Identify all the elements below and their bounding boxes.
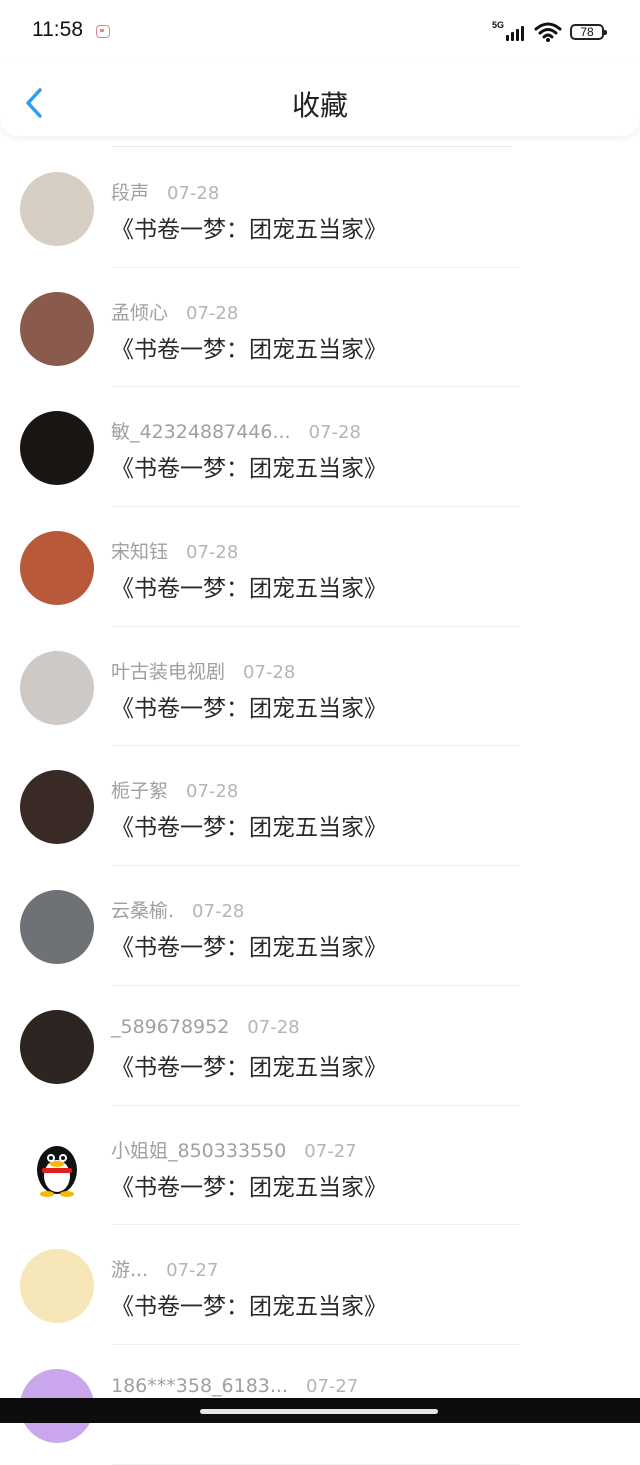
item-date: 07-28 <box>186 542 239 564</box>
user-name[interactable]: 186***358_6183... <box>111 1375 288 1397</box>
wifi-icon <box>534 22 562 42</box>
book-title[interactable]: 《书卷一梦：团宠五当家》 <box>111 569 387 603</box>
header-bar: 收藏 <box>0 62 640 136</box>
item-date: 07-27 <box>166 1260 219 1282</box>
item-meta: _589678952 07-28 <box>111 1016 300 1038</box>
avatar[interactable] <box>20 890 94 965</box>
avatar[interactable] <box>20 291 94 366</box>
item-meta: 游... 07-27 <box>111 1255 218 1282</box>
user-name[interactable]: 小姐姐_850333550 <box>111 1140 286 1162</box>
avatar[interactable] <box>20 1129 94 1204</box>
list-item[interactable]: 段声 07-28 《书卷一梦：团宠五当家》 <box>0 148 640 268</box>
item-date: 07-28 <box>243 661 296 683</box>
item-meta: 186***358_6183... 07-27 <box>111 1375 358 1397</box>
item-meta: 宋知钰 07-28 <box>111 537 238 564</box>
item-date: 07-28 <box>167 183 220 204</box>
book-title[interactable]: 《书卷一梦：团宠五当家》 <box>111 808 387 842</box>
battery-icon: 78 <box>570 24 607 40</box>
home-indicator[interactable] <box>200 1409 438 1414</box>
cellular-signal-icon: 5G <box>492 20 526 43</box>
item-date: 07-27 <box>306 1375 359 1397</box>
avatar[interactable] <box>20 172 94 246</box>
book-title[interactable]: 《书卷一梦：团宠五当家》 <box>111 1168 387 1202</box>
user-name[interactable]: 叶古装电视剧 <box>111 661 225 683</box>
user-name[interactable]: 孟倾心 <box>111 302 168 324</box>
avatar[interactable] <box>20 1009 94 1084</box>
item-date: 07-28 <box>192 901 245 923</box>
item-date: 07-28 <box>308 422 361 444</box>
system-icons: 5G 78 <box>492 20 607 44</box>
item-date: 07-28 <box>186 302 239 324</box>
notification-icon <box>96 25 110 38</box>
book-title[interactable]: 《书卷一梦：团宠五当家》 <box>111 210 387 244</box>
book-title[interactable]: 《书卷一梦：团宠五当家》 <box>111 1048 387 1082</box>
list-item[interactable]: 宋知钰 07-28 《书卷一梦：团宠五当家》 <box>0 507 640 627</box>
item-meta: 栀子絮 07-28 <box>111 776 238 803</box>
avatar[interactable] <box>20 770 94 845</box>
list-item[interactable]: 叶古装电视剧 07-28 《书卷一梦：团宠五当家》 <box>0 627 640 747</box>
divider <box>112 1463 520 1465</box>
item-date: 07-27 <box>304 1140 357 1162</box>
item-meta: 云桑榆. 07-28 <box>111 896 244 923</box>
book-title[interactable]: 《书卷一梦：团宠五当家》 <box>111 330 387 364</box>
avatar[interactable] <box>20 531 94 606</box>
item-meta: 叶古装电视剧 07-28 <box>111 657 295 684</box>
list-item[interactable]: 栀子絮 07-28 《书卷一梦：团宠五当家》 <box>0 746 640 867</box>
user-name[interactable]: 栀子絮 <box>111 780 168 802</box>
status-time: 11:58 <box>32 18 83 41</box>
book-title[interactable]: 《书卷一梦：团宠五当家》 <box>111 1287 387 1321</box>
item-date: 07-28 <box>186 781 239 803</box>
user-name[interactable]: 游... <box>111 1259 148 1281</box>
favorites-list: 段声 07-28 《书卷一梦：团宠五当家》 孟倾心 07-28 《书卷一梦：团宠五当… <box>0 148 640 1465</box>
user-name[interactable]: _589678952 <box>111 1016 229 1038</box>
user-name[interactable]: 宋知钰 <box>111 541 168 563</box>
item-meta: 小姐姐_850333550 07-27 <box>111 1136 357 1163</box>
user-name[interactable]: 敏_42324887446... <box>111 421 291 443</box>
list-item[interactable]: 游... 07-27 《书卷一梦：团宠五当家》 <box>0 1225 640 1345</box>
avatar[interactable] <box>20 1249 94 1324</box>
item-meta: 段声 07-28 <box>111 178 219 205</box>
battery-level: 78 <box>580 25 594 39</box>
list-item[interactable]: 孟倾心 07-28 《书卷一梦：团宠五当家》 <box>0 268 640 388</box>
item-meta: 孟倾心 07-28 <box>111 298 238 325</box>
book-title[interactable]: 《书卷一梦：团宠五当家》 <box>111 689 387 723</box>
item-meta: 敏_42324887446... 07-28 <box>111 417 361 444</box>
avatar[interactable] <box>20 650 94 725</box>
divider <box>112 146 512 147</box>
status-bar: 11:58 5G 78 <box>0 0 640 62</box>
page-title: 收藏 <box>291 89 348 122</box>
item-date: 07-28 <box>247 1016 300 1038</box>
user-name[interactable]: 云桑榆. <box>111 900 174 922</box>
list-item[interactable]: 小姐姐_850333550 07-27 《书卷一梦：团宠五当家》 <box>0 1106 640 1226</box>
list-item[interactable]: 云桑榆. 07-28 《书卷一梦：团宠五当家》 <box>0 866 640 986</box>
book-title[interactable]: 《书卷一梦：团宠五当家》 <box>111 928 387 962</box>
user-name[interactable]: 段声 <box>111 182 149 204</box>
penguin-icon <box>37 1145 77 1197</box>
avatar[interactable] <box>20 411 94 486</box>
book-title[interactable]: 《书卷一梦：团宠五当家》 <box>111 449 387 483</box>
network-type: 5G <box>492 20 505 30</box>
list-item[interactable]: 敏_42324887446... 07-28 《书卷一梦：团宠五当家》 <box>0 387 640 508</box>
list-item[interactable]: _589678952 07-28 《书卷一梦：团宠五当家》 <box>0 986 640 1106</box>
